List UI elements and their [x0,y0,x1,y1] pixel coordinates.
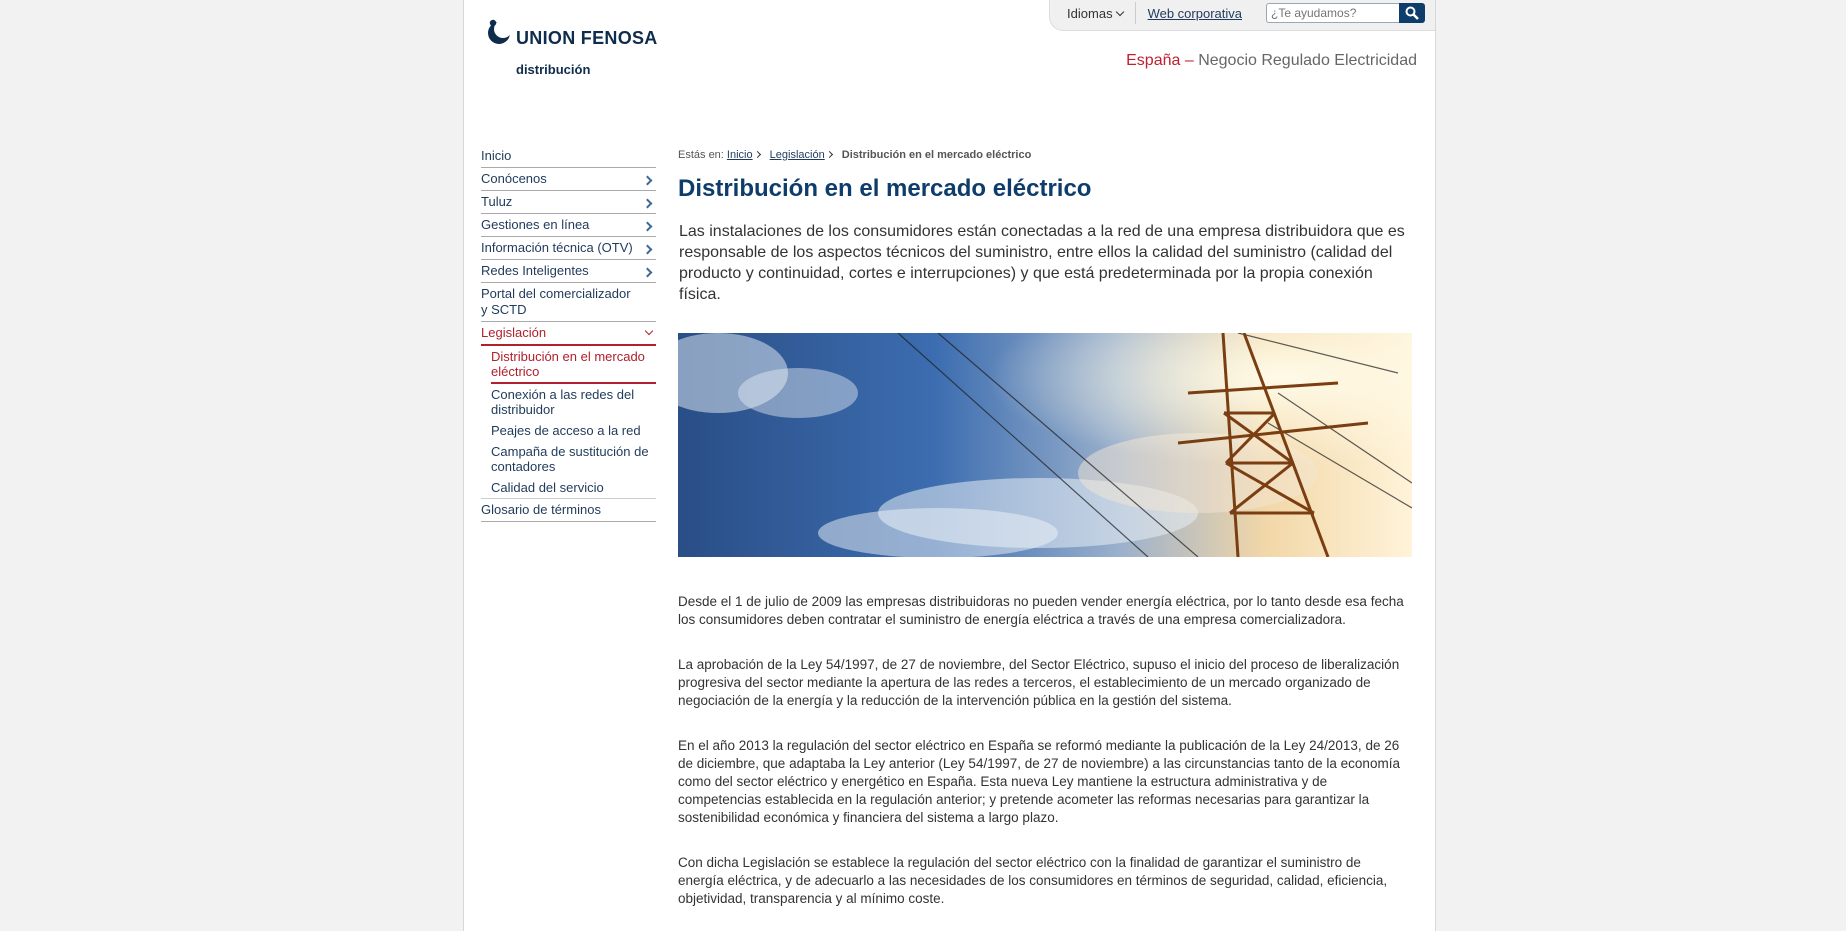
sidebar-item-redes-inteligentes[interactable]: Redes Inteligentes [481,260,656,283]
sidebar-item-label: Redes Inteligentes [481,263,589,278]
region-country: España [1126,52,1181,69]
languages-label: Idiomas [1067,5,1113,21]
logo-subtitle: distribución [516,62,591,77]
chevron-right-icon [753,150,761,159]
sidebar-item-tuluz[interactable]: Tuluz [481,191,656,214]
sidebar-item-legislacion[interactable]: Legislación [481,322,656,346]
lead-paragraph: Las instalaciones de los consumidores es… [679,223,1405,303]
languages-dropdown[interactable]: Idiomas [1055,6,1135,21]
sidebar-item-informacion-tecnica[interactable]: Información técnica (OTV) [481,237,656,260]
sidebar-item-label: Glosario de términos [481,502,601,517]
sidebar-item-label: Tuluz [481,194,513,209]
breadcrumb-link-inicio[interactable]: Inicio [727,149,753,161]
search-input[interactable] [1266,3,1399,23]
region-business: Negocio Regulado Electricidad [1198,52,1417,69]
body-paragraph: Con dicha Legislación se establece la re… [678,855,1388,906]
topbar: Idiomas Web corporativa [1055,0,1425,26]
sidebar-item-gestiones[interactable]: Gestiones en línea [481,214,656,237]
page-title: Distribución en el mercado eléctrico [678,175,1092,202]
region-label: España – Negocio Regulado Electricidad [1126,52,1417,70]
sidebar-item-portal-comercializador[interactable]: Portal del comercializador y SCTD [481,283,656,322]
legislacion-submenu: Distribución en el mercado eléctrico Con… [491,346,656,498]
sidebar-item-inicio[interactable]: Inicio [481,145,656,168]
sidebar-nav: Inicio Conócenos Tuluz Gestiones en líne… [481,145,656,522]
sidebar-item-label: Legislación [481,325,547,340]
region-dash: – [1184,52,1194,69]
submenu-item-campana[interactable]: Campaña de sustitución de contadores [491,441,656,477]
logo-mark-icon [488,19,512,44]
breadcrumb-link-legislacion[interactable]: Legislación [770,149,825,161]
search-button[interactable] [1399,3,1425,23]
sidebar-item-label: Gestiones en línea [481,217,590,232]
breadcrumb: Estás en: Inicio Legislación Distribució… [678,149,1412,161]
submenu-item-peajes[interactable]: Peajes de acceso a la red [491,420,656,441]
search-box [1266,3,1425,23]
body-paragraph: La aprobación de la Ley 54/1997, de 27 d… [678,657,1400,708]
sidebar-item-label: Inicio [481,148,512,163]
breadcrumb-prefix: Estás en: [678,149,724,161]
search-icon [1405,6,1419,20]
submenu-item-distribucion[interactable]: Distribución en el mercado eléctrico [491,346,656,384]
chevron-down-icon [1115,7,1124,16]
body-paragraph: Desde el 1 de julio de 2009 las empresas… [678,594,1404,627]
sidebar-item-glosario[interactable]: Glosario de términos [481,498,656,522]
submenu-item-conexion[interactable]: Conexión a las redes del distribuidor [491,384,656,420]
submenu-item-calidad[interactable]: Calidad del servicio [491,477,656,498]
breadcrumb-current: Distribución en el mercado eléctrico [841,149,1032,161]
body-paragraph: En el año 2013 la regulación del sector … [678,738,1400,825]
hero-image [678,333,1412,557]
sidebar-item-label: Conócenos [481,171,547,186]
chevron-right-icon [825,150,833,159]
main-content: Estás en: Inicio Legislación Distribució… [678,149,1412,908]
sidebar-item-conocenos[interactable]: Conócenos [481,168,656,191]
page-container: Idiomas Web corporativa UNION FENOSA dis… [463,0,1436,931]
corporate-web-link[interactable]: Web corporativa [1136,6,1254,21]
logo-name: UNION FENOSA [516,28,658,48]
sidebar-item-label: Portal del comercializador y SCTD [481,286,631,317]
sidebar-item-label: Información técnica (OTV) [481,240,633,255]
